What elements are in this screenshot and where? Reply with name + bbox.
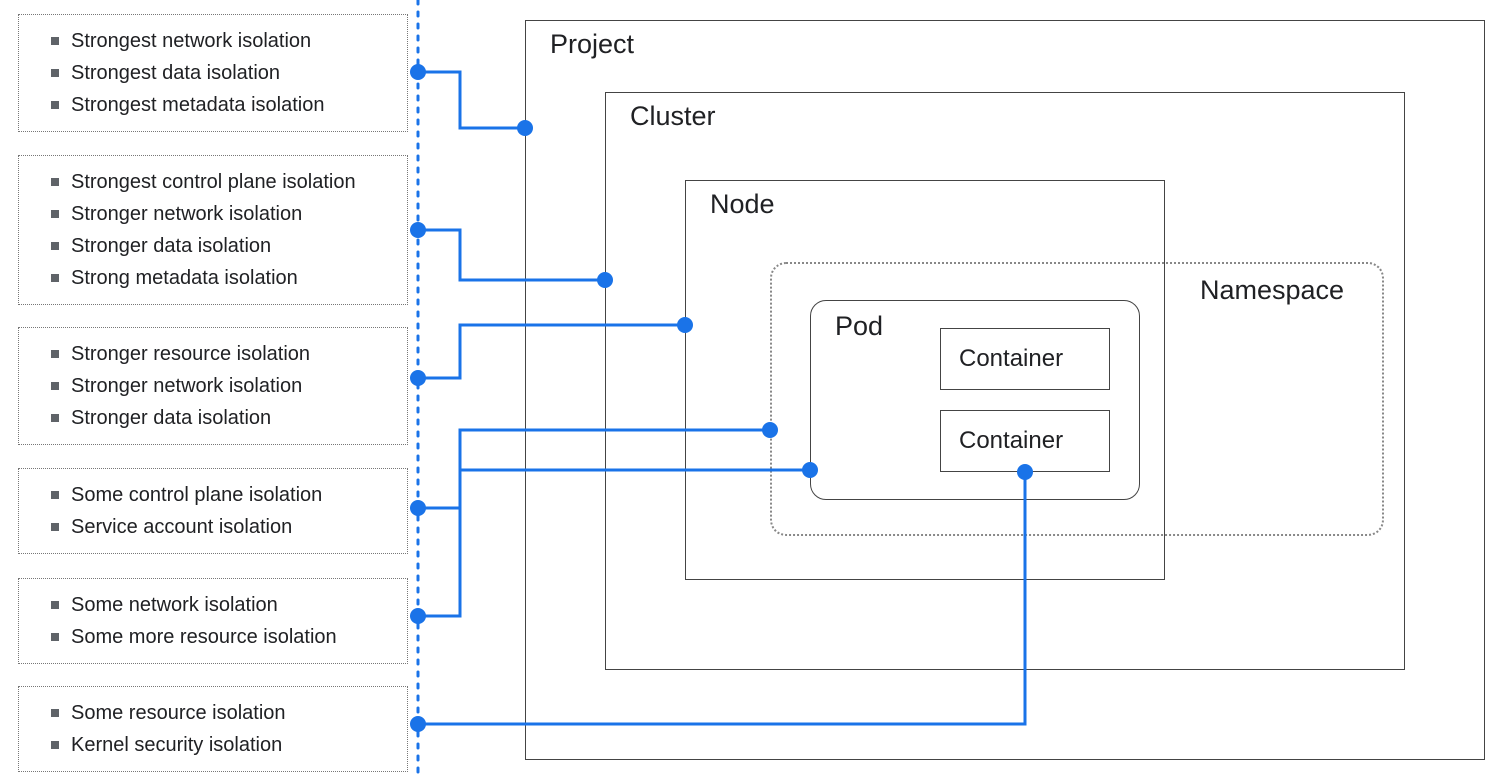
box-container-2-label: Container — [959, 427, 1063, 455]
box-container-2: Container — [940, 410, 1110, 472]
panel-cluster-item: Strong metadata isolation — [37, 262, 389, 294]
panel-container: Some resource isolation Kernel security … — [18, 686, 408, 772]
panel-cluster-item: Stronger data isolation — [37, 230, 389, 262]
panel-node: Stronger resource isolation Stronger net… — [18, 327, 408, 445]
panel-project-item: Strongest data isolation — [37, 57, 389, 89]
panel-cluster: Strongest control plane isolation Strong… — [18, 155, 408, 305]
box-container-1: Container — [940, 328, 1110, 390]
box-node-title: Node — [710, 189, 775, 220]
panel-project-item: Strongest network isolation — [37, 25, 389, 57]
box-cluster-title: Cluster — [630, 101, 716, 132]
panel-pod-item: Some more resource isolation — [37, 621, 389, 653]
panel-container-item: Kernel security isolation — [37, 729, 389, 761]
panel-pod: Some network isolation Some more resourc… — [18, 578, 408, 664]
panel-namespace-item: Some control plane isolation — [37, 479, 389, 511]
box-namespace-title: Namespace — [1200, 275, 1344, 306]
box-container-1-label: Container — [959, 345, 1063, 373]
panel-project-item: Strongest metadata isolation — [37, 89, 389, 121]
panel-node-item: Stronger data isolation — [37, 402, 389, 434]
panel-container-item: Some resource isolation — [37, 697, 389, 729]
panel-cluster-item: Strongest control plane isolation — [37, 166, 389, 198]
panel-pod-item: Some network isolation — [37, 589, 389, 621]
panel-namespace-item: Service account isolation — [37, 511, 389, 543]
box-project-title: Project — [550, 29, 634, 60]
box-pod-title: Pod — [835, 311, 883, 342]
panel-node-item: Stronger network isolation — [37, 370, 389, 402]
panel-node-item: Stronger resource isolation — [37, 338, 389, 370]
panel-namespace: Some control plane isolation Service acc… — [18, 468, 408, 554]
panel-project: Strongest network isolation Strongest da… — [18, 14, 408, 132]
panel-cluster-item: Stronger network isolation — [37, 198, 389, 230]
